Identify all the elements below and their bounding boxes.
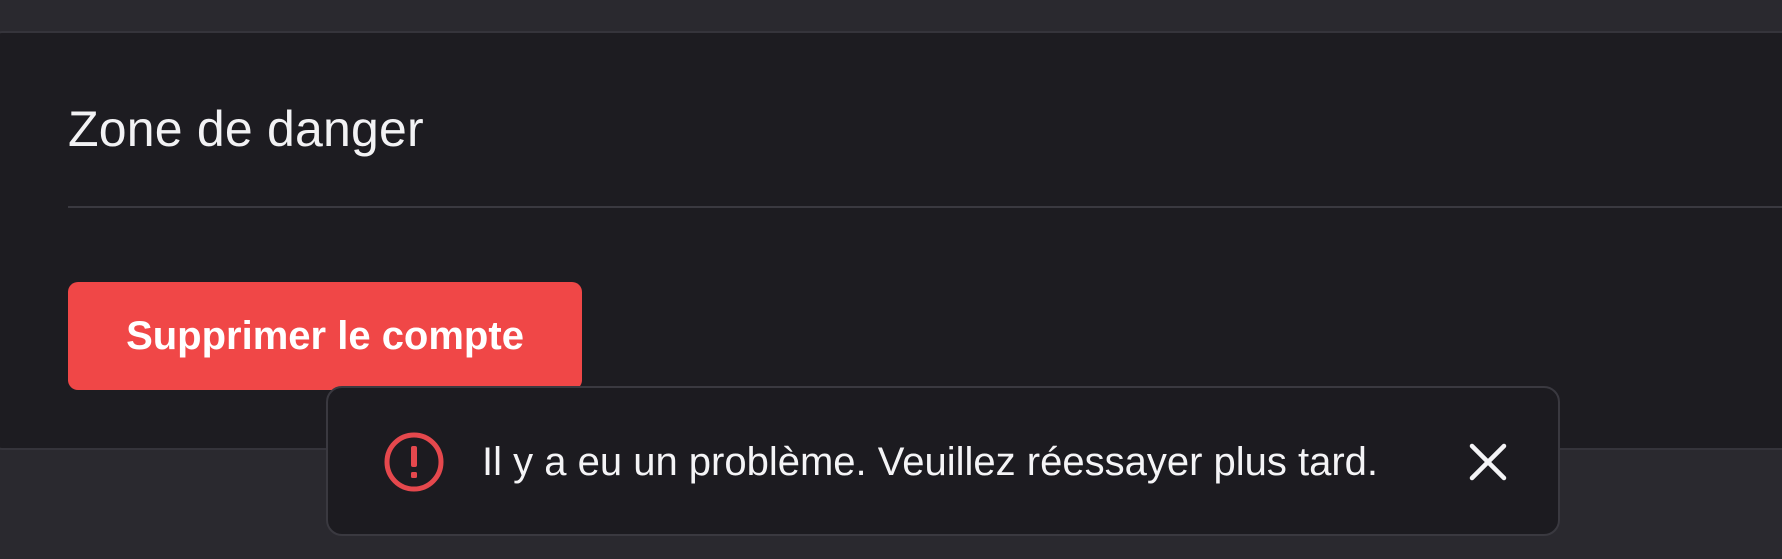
error-circle-icon	[384, 432, 444, 492]
toast-message: Il y a eu un problème. Veuillez réessaye…	[482, 440, 1379, 484]
page: Zone de danger Supprimer le compte Il y …	[0, 0, 1782, 559]
danger-zone-title: Zone de danger	[68, 101, 424, 157]
close-icon[interactable]	[1466, 440, 1510, 484]
delete-account-button[interactable]: Supprimer le compte	[68, 282, 582, 390]
error-toast: Il y a eu un problème. Veuillez réessaye…	[326, 386, 1560, 536]
divider	[68, 206, 1782, 208]
